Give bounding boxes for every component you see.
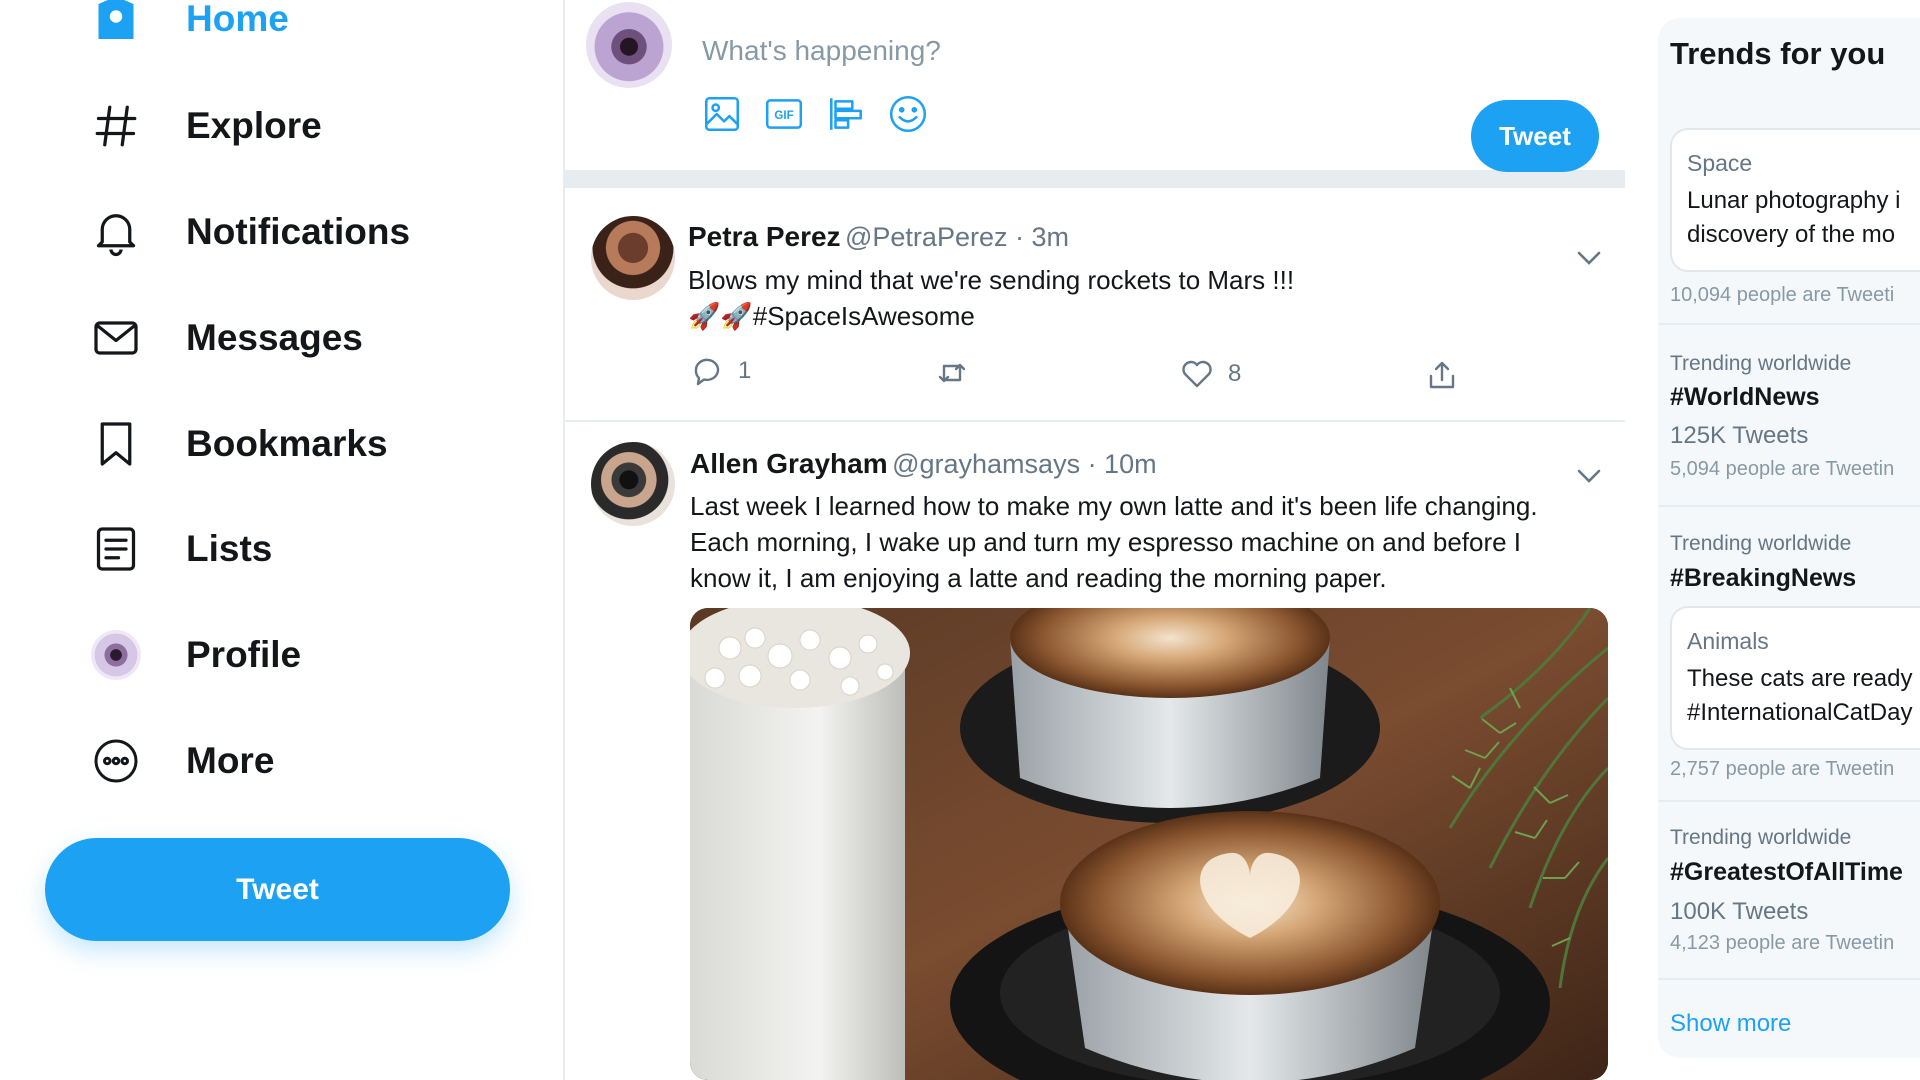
list-icon bbox=[88, 521, 144, 577]
nav-item-explore[interactable]: Explore bbox=[88, 86, 322, 166]
tweet-author-name[interactable]: Petra Perez bbox=[688, 221, 841, 252]
trend-category: Trending worldwide bbox=[1670, 826, 1852, 849]
trend-category: Trending worldwide bbox=[1670, 352, 1852, 375]
nav-label: Lists bbox=[186, 528, 273, 569]
nav-item-bookmarks[interactable]: Bookmarks bbox=[88, 404, 388, 484]
compose-tweet-button[interactable]: Tweet bbox=[1471, 100, 1599, 172]
tweet-text-line: 🚀🚀#SpaceIsAwesome bbox=[688, 301, 975, 331]
tweet-text: Last week I learned how to make my own l… bbox=[690, 488, 1538, 596]
trend-story-card[interactable]: Space Lunar photography i discovery of t… bbox=[1670, 128, 1920, 272]
retweet-button[interactable] bbox=[935, 356, 969, 390]
chevron-down-icon[interactable] bbox=[1573, 460, 1605, 492]
reply-icon bbox=[694, 358, 720, 386]
trend-footer: 2,757 people are Tweetin bbox=[1670, 758, 1895, 780]
chevron-down-icon[interactable] bbox=[1573, 242, 1605, 274]
trend-footer: 10,094 people are Tweeti bbox=[1670, 284, 1895, 306]
bookmark-icon bbox=[88, 416, 144, 472]
trend-headline: discovery of the mo bbox=[1687, 221, 1896, 248]
envelope-icon bbox=[88, 310, 144, 366]
tweet-text-line: know it, I am enjoying a latte and readi… bbox=[690, 563, 1387, 593]
nav-label: Home bbox=[186, 0, 289, 39]
left-nav: Home Explore Notifications Messages Book… bbox=[0, 0, 563, 1080]
nav-item-lists[interactable]: Lists bbox=[88, 509, 272, 589]
nav-item-more[interactable]: More bbox=[88, 721, 274, 801]
avatar[interactable] bbox=[591, 216, 675, 300]
trend-category: Animals bbox=[1687, 628, 1769, 654]
bell-icon bbox=[88, 204, 144, 260]
trend-tweet-count: 100K Tweets bbox=[1670, 898, 1809, 925]
trends-sidebar: Trends for you Space Lunar photography i… bbox=[1625, 0, 1920, 1080]
emoji-icon[interactable] bbox=[886, 92, 930, 136]
more-icon bbox=[88, 733, 144, 789]
tweet-text-line: Last week I learned how to make my own l… bbox=[690, 491, 1538, 521]
trend-hashtag: #WorldNews bbox=[1670, 383, 1820, 411]
tweet-text-line: Each morning, I wake up and turn my espr… bbox=[690, 527, 1522, 557]
image-icon[interactable] bbox=[700, 92, 744, 136]
tweet-author-name[interactable]: Allen Grayham bbox=[690, 448, 888, 479]
trend-tweet-count: 125K Tweets bbox=[1670, 422, 1809, 449]
profile-avatar-wrap bbox=[88, 627, 144, 683]
tweet-handle-time: @PetraPerez · 3m bbox=[845, 222, 1069, 252]
nav-item-notifications[interactable]: Notifications bbox=[88, 192, 410, 272]
hashtag-icon bbox=[88, 98, 144, 154]
nav-label: Messages bbox=[186, 317, 363, 358]
heart-icon bbox=[1182, 360, 1212, 388]
show-more-link[interactable]: Show more bbox=[1670, 1010, 1791, 1038]
reply-button[interactable]: 1 bbox=[690, 354, 751, 388]
trend-footer: 5,094 people are Tweetin bbox=[1670, 458, 1895, 480]
nav-item-messages[interactable]: Messages bbox=[88, 298, 363, 378]
tweet-text: Blows my mind that we're sending rockets… bbox=[688, 262, 1294, 334]
avatar bbox=[91, 630, 141, 680]
trend-hashtag: #GreatestOfAllTime bbox=[1670, 858, 1903, 886]
trend-headline: #InternationalCatDay bbox=[1687, 699, 1913, 726]
trend-story-card[interactable]: Animals These cats are ready #Internatio… bbox=[1670, 606, 1920, 750]
trend-hashtag: #BreakingNews bbox=[1670, 564, 1857, 592]
timeline: GIF Tweet Petra Perez @PetraPerez · 3m B… bbox=[563, 0, 1627, 1080]
tweet-composer: GIF Tweet bbox=[565, 0, 1625, 188]
nav-label: Bookmarks bbox=[186, 423, 388, 464]
svg-text:GIF: GIF bbox=[774, 110, 793, 122]
trends-title: Trends for you bbox=[1670, 36, 1886, 71]
tweet-image-lattes[interactable] bbox=[690, 608, 1608, 1080]
divider bbox=[1658, 323, 1920, 325]
trend-headline: These cats are ready bbox=[1687, 665, 1913, 692]
home-icon bbox=[88, 0, 144, 47]
avatar[interactable] bbox=[586, 2, 672, 88]
tweet-header: Petra Perez @PetraPerez · 3m bbox=[688, 221, 1069, 253]
tweet-item[interactable]: Petra Perez @PetraPerez · 3m Blows my mi… bbox=[565, 190, 1625, 422]
nav-item-profile[interactable]: Profile bbox=[88, 615, 301, 695]
poll-icon[interactable] bbox=[824, 92, 868, 136]
divider bbox=[1658, 978, 1920, 980]
trend-category: Space bbox=[1687, 150, 1753, 176]
divider bbox=[1658, 800, 1920, 802]
reply-count: 1 bbox=[738, 357, 752, 384]
trend-headline: Lunar photography i bbox=[1687, 187, 1901, 214]
nav-label: More bbox=[186, 740, 275, 781]
retweet-icon bbox=[938, 363, 966, 383]
trend-category: Trending worldwide bbox=[1670, 532, 1852, 555]
gif-icon[interactable]: GIF bbox=[762, 92, 806, 136]
tweet-header: Allen Grayham @grayhamsays · 10m bbox=[690, 448, 1157, 480]
trend-footer: 4,123 people are Tweetin bbox=[1670, 932, 1895, 954]
compose-input[interactable] bbox=[700, 28, 1404, 74]
share-button[interactable] bbox=[1425, 358, 1459, 392]
like-count: 8 bbox=[1228, 360, 1242, 387]
latte-photo bbox=[690, 608, 1608, 1080]
nav-label: Notifications bbox=[186, 211, 411, 252]
avatar[interactable] bbox=[591, 442, 675, 526]
share-icon bbox=[1429, 361, 1455, 389]
nav-item-home[interactable]: Home bbox=[88, 0, 289, 59]
divider bbox=[1658, 505, 1920, 507]
tweet-handle-time: @grayhamsays · 10m bbox=[892, 449, 1157, 479]
like-button[interactable]: 8 bbox=[1180, 357, 1241, 391]
tweet-text-line: Blows my mind that we're sending rockets… bbox=[688, 265, 1295, 295]
nav-label: Explore bbox=[186, 105, 322, 146]
nav-label: Profile bbox=[186, 634, 302, 675]
nav-tweet-button[interactable]: Tweet bbox=[45, 838, 510, 941]
